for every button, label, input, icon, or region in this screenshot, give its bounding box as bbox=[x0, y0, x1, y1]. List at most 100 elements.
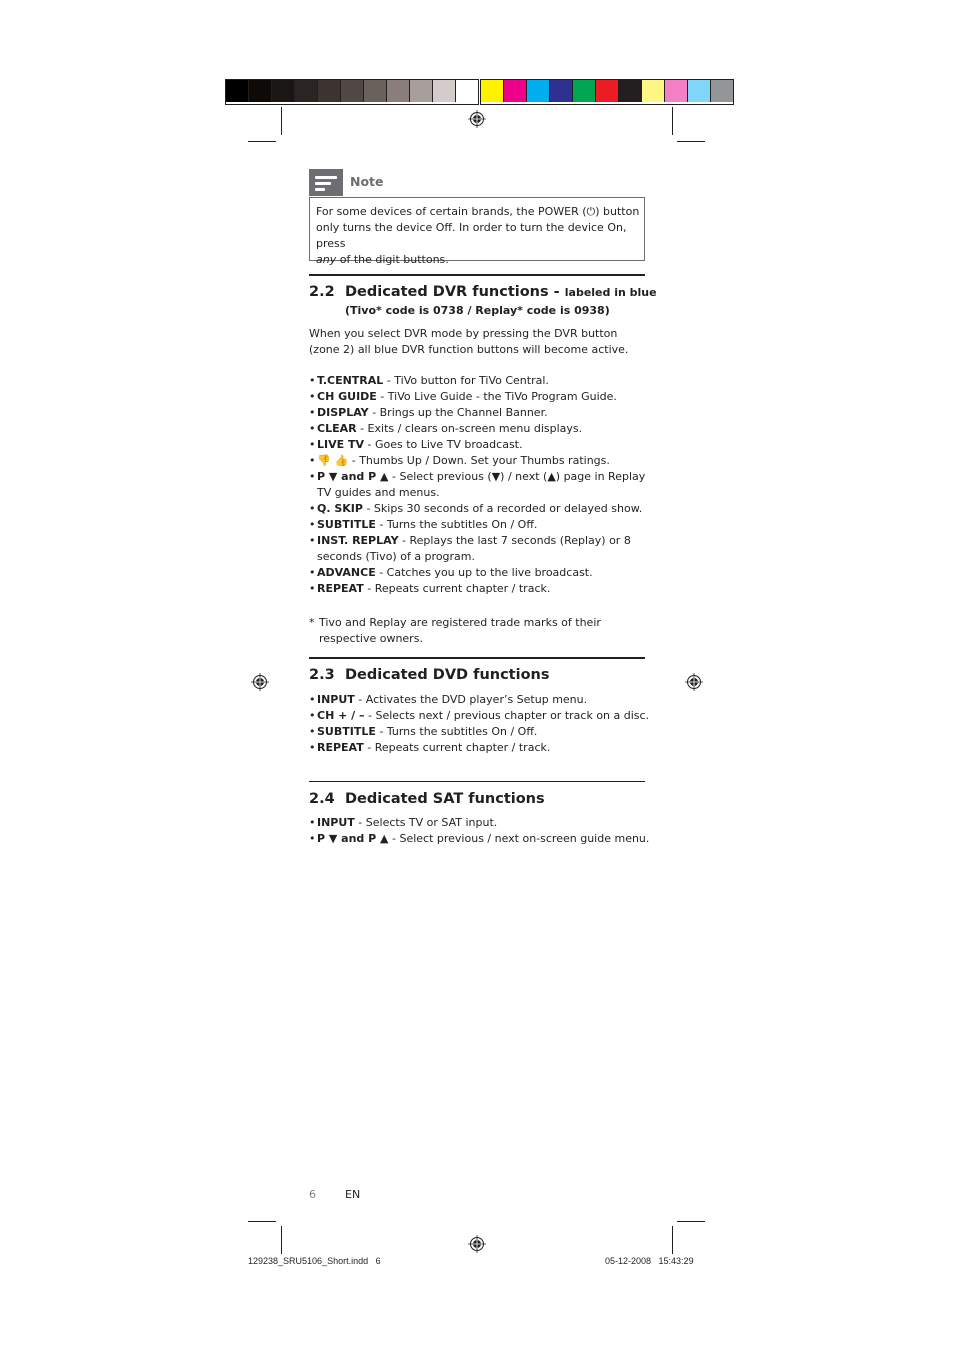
gray-swatch bbox=[387, 80, 410, 102]
gray-swatch bbox=[272, 80, 295, 102]
list-item: 👎 👍 - Thumbs Up / Down. Set your Thumbs … bbox=[309, 453, 654, 469]
gray-swatch bbox=[364, 80, 387, 102]
button-name: Q. SKIP bbox=[317, 502, 363, 515]
gray-swatch bbox=[433, 80, 456, 102]
list-item: INST. REPLAY - Replays the last 7 second… bbox=[309, 533, 654, 565]
language-code: EN bbox=[345, 1188, 361, 1201]
crop-mark bbox=[672, 107, 673, 135]
button-description: - Selects next / previous chapter or tra… bbox=[364, 709, 650, 722]
list-item: Q. SKIP - Skips 30 seconds of a recorded… bbox=[309, 501, 654, 517]
list-item: T.CENTRAL - TiVo button for TiVo Central… bbox=[309, 373, 654, 389]
section-heading-dvd: 2.3 Dedicated DVD functions bbox=[309, 667, 550, 683]
button-description: - Brings up the Channel Banner. bbox=[368, 406, 548, 419]
list-item: LIVE TV - Goes to Live TV broadcast. bbox=[309, 437, 654, 453]
button-name: REPEAT bbox=[317, 582, 364, 595]
button-description: - Turns the subtitles On / Off. bbox=[375, 725, 538, 738]
button-description: - Repeats current chapter / track. bbox=[363, 582, 551, 595]
process-color-bar bbox=[480, 79, 734, 105]
list-item: CLEAR - Exits / clears on-screen menu di… bbox=[309, 421, 654, 437]
button-description: - Select previous / next on-screen guide… bbox=[388, 832, 650, 845]
trademark-footnote: * Tivo and Replay are registered trade m… bbox=[309, 615, 659, 647]
gray-swatch bbox=[295, 80, 318, 102]
button-description: - Turns the subtitles On / Off. bbox=[375, 518, 538, 531]
crop-mark bbox=[248, 141, 276, 142]
color-swatch bbox=[711, 80, 733, 102]
button-name: INPUT bbox=[317, 816, 355, 829]
page-number: 6 bbox=[309, 1188, 316, 1201]
crop-mark bbox=[281, 107, 282, 135]
color-swatch bbox=[688, 80, 711, 102]
crop-mark bbox=[677, 1221, 705, 1222]
button-name: P ▼ and P ▲ bbox=[317, 470, 389, 483]
list-item: REPEAT - Repeats current chapter / track… bbox=[309, 581, 654, 597]
button-description: - Repeats current chapter / track. bbox=[363, 741, 551, 754]
button-description: - TiVo Live Guide - the TiVo Program Gui… bbox=[376, 390, 617, 403]
button-name: SUBTITLE bbox=[317, 518, 376, 531]
button-name: INPUT bbox=[317, 693, 355, 706]
note-label: Note bbox=[350, 174, 384, 189]
section-divider bbox=[309, 274, 645, 276]
section-divider bbox=[309, 781, 645, 782]
list-item: DISPLAY - Brings up the Channel Banner. bbox=[309, 405, 654, 421]
list-item: CH GUIDE - TiVo Live Guide - the TiVo Pr… bbox=[309, 389, 654, 405]
gray-swatch bbox=[410, 80, 433, 102]
color-swatch bbox=[642, 80, 665, 102]
button-name: DISPLAY bbox=[317, 406, 369, 419]
section-title: Dedicated DVR functions - bbox=[345, 284, 565, 300]
section-title: Dedicated DVD functions bbox=[345, 667, 550, 683]
list-item: REPEAT - Repeats current chapter / track… bbox=[309, 740, 654, 756]
button-name: LIVE TV bbox=[317, 438, 364, 451]
list-item: ADVANCE - Catches you up to the live bro… bbox=[309, 565, 654, 581]
button-description: - Catches you up to the live broadcast. bbox=[375, 566, 593, 579]
registration-mark-icon bbox=[468, 110, 486, 128]
grayscale-color-bar bbox=[225, 79, 479, 105]
button-description: - Skips 30 seconds of a recorded or dela… bbox=[362, 502, 643, 515]
button-description: - Selects TV or SAT input. bbox=[354, 816, 498, 829]
gray-swatch bbox=[456, 80, 478, 102]
list-item: INPUT - Selects TV or SAT input. bbox=[309, 815, 654, 831]
color-swatch bbox=[504, 80, 527, 102]
section-title: Dedicated SAT functions bbox=[345, 791, 545, 807]
gray-swatch bbox=[318, 80, 341, 102]
list-item: P ▼ and P ▲ - Select previous / next on-… bbox=[309, 831, 654, 847]
note-text-rest: of the digit buttons. bbox=[336, 253, 449, 266]
section-title-suffix: labeled in blue bbox=[564, 286, 657, 299]
intro-line: When you select DVR mode by pressing the… bbox=[309, 327, 618, 340]
color-swatch bbox=[481, 80, 504, 102]
registration-mark-icon bbox=[685, 673, 703, 691]
button-name: ADVANCE bbox=[317, 566, 376, 579]
note-text: For some devices of certain brands, the … bbox=[316, 204, 646, 268]
button-description: - Activates the DVD player’s Setup menu. bbox=[354, 693, 588, 706]
registration-mark-icon bbox=[251, 673, 269, 691]
dvd-function-list: INPUT - Activates the DVD player’s Setup… bbox=[309, 692, 654, 756]
dvr-intro: When you select DVR mode by pressing the… bbox=[309, 326, 649, 358]
section-number: 2.3 bbox=[309, 667, 335, 683]
button-description: - Thumbs Up / Down. Set your Thumbs rati… bbox=[348, 454, 610, 467]
note-text-line: only turns the device Off. In order to t… bbox=[316, 221, 627, 250]
dvr-function-list: T.CENTRAL - TiVo button for TiVo Central… bbox=[309, 373, 654, 597]
list-item: SUBTITLE - Turns the subtitles On / Off. bbox=[309, 517, 654, 533]
intro-line: (zone 2) all blue DVR function buttons w… bbox=[309, 343, 629, 356]
button-name: CLEAR bbox=[317, 422, 357, 435]
color-swatch bbox=[596, 80, 619, 102]
print-slug-date: 05-12-2008 15:43:29 bbox=[605, 1256, 694, 1266]
button-name: SUBTITLE bbox=[317, 725, 376, 738]
note-lines-icon bbox=[309, 169, 343, 196]
print-slug-file: 129238_SRU5106_Short.indd 6 bbox=[248, 1256, 381, 1266]
section-number: 2.4 bbox=[309, 791, 335, 807]
registration-mark-icon bbox=[468, 1235, 486, 1253]
section-heading-sat: 2.4 Dedicated SAT functions bbox=[309, 791, 545, 807]
crop-mark bbox=[281, 1226, 282, 1254]
button-name: 👎 👍 bbox=[317, 454, 349, 467]
color-swatch bbox=[527, 80, 550, 102]
note-text-line: any of the digit buttons. bbox=[316, 252, 646, 268]
button-name: T.CENTRAL bbox=[317, 374, 384, 387]
gray-swatch bbox=[341, 80, 364, 102]
list-item: CH + / – - Selects next / previous chapt… bbox=[309, 708, 654, 724]
button-name: CH GUIDE bbox=[317, 390, 377, 403]
gray-swatch bbox=[249, 80, 272, 102]
list-item: P ▼ and P ▲ - Select previous (▼) / next… bbox=[309, 469, 654, 501]
list-item: SUBTITLE - Turns the subtitles On / Off. bbox=[309, 724, 654, 740]
crop-mark bbox=[677, 141, 705, 142]
color-swatch bbox=[665, 80, 688, 102]
